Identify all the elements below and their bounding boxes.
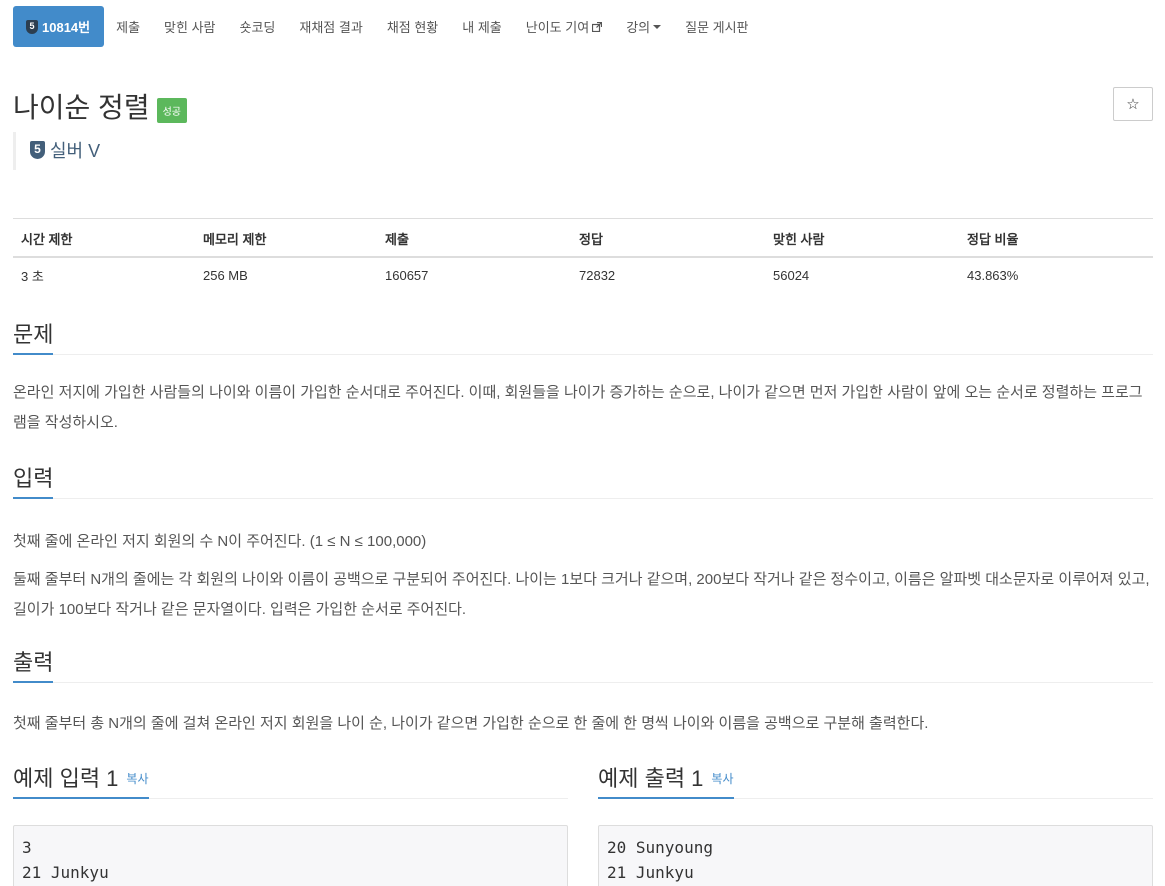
value-submissions: 160657 [385, 268, 429, 283]
input-line-2: 둘째 줄부터 N개의 줄에는 각 회원의 나이와 이름이 공백으로 구분되어 주… [13, 571, 1150, 618]
sample-input-box[interactable]: 3 21 Junkyu [13, 825, 568, 886]
page-title: 나이순 정렬 [13, 92, 150, 123]
table-row: 3 초 256 MB 160657 72832 56024 43.863% [13, 257, 1153, 293]
problem-section: 문제 온라인 저지에 가입한 사람들의 나이와 이름이 가입한 순서대로 주어진… [13, 322, 1153, 438]
output-section: 출력 첫째 줄부터 총 N개의 줄에 걸쳐 온라인 저지 회원을 나이 순, 나… [13, 650, 1153, 739]
problem-nav: 5 10814번 제출 맞힌 사람 숏코딩 재채점 결과 채점 현황 내 제출 … [13, 6, 761, 47]
problem-number: 10814번 [42, 20, 91, 35]
tier-icon: 5 [26, 19, 38, 34]
sample-output-header: 예제 출력 1 복사 [598, 766, 1153, 799]
tier-info: 5 실버 V [13, 132, 100, 170]
tier-shield-icon: 5 [30, 141, 45, 159]
tab-submit[interactable]: 제출 [104, 6, 152, 47]
sample-output-heading: 예제 출력 1 복사 [598, 766, 734, 799]
problem-description: 온라인 저지에 가입한 사람들의 나이와 이름이 가입한 순서대로 주어진다. … [13, 384, 1143, 431]
sample-output-box[interactable]: 20 Sunyoung 21 Junkyu [598, 825, 1153, 886]
problem-header: 문제 [13, 322, 1153, 355]
input-header: 입력 [13, 466, 1153, 499]
header-accept-ratio: 정답 비율 [959, 218, 1153, 258]
title-row: 나이순 정렬 성공 [13, 86, 187, 126]
tier-label[interactable]: 실버 V [50, 137, 100, 163]
copy-output-link[interactable]: 복사 [711, 772, 733, 786]
sample-output-section: 예제 출력 1 복사 20 Sunyoung 21 Junkyu [598, 766, 1153, 886]
tab-difficulty-label: 난이도 기여 [525, 20, 590, 35]
tab-lectures[interactable]: 강의 [614, 6, 673, 47]
header-accepted: 정답 [571, 218, 765, 258]
value-time-limit: 3 초 [21, 269, 44, 284]
input-section: 입력 첫째 줄에 온라인 저지 회원의 수 N이 주어진다. (1 ≤ N ≤ … [13, 466, 1153, 625]
value-accepted: 72832 [579, 268, 616, 283]
status-badge: 성공 [156, 97, 187, 123]
tab-status[interactable]: 채점 현황 [375, 6, 450, 47]
tab-short-coding[interactable]: 숏코딩 [228, 6, 288, 47]
tab-difficulty-contribution[interactable]: 난이도 기여 [514, 6, 614, 47]
input-heading: 입력 [13, 466, 54, 499]
sample-input-section: 예제 입력 1 복사 3 21 Junkyu [13, 766, 568, 886]
header-memory-limit: 메모리 제한 [195, 218, 377, 258]
problem-heading: 문제 [13, 322, 54, 355]
header-submissions: 제출 [377, 218, 571, 258]
input-line-1: 첫째 줄에 온라인 저지 회원의 수 N이 주어진다. (1 ≤ N ≤ 100… [13, 533, 427, 550]
tab-lectures-label: 강의 [626, 20, 651, 35]
tab-problem[interactable]: 5 10814번 [13, 6, 105, 47]
header-time-limit: 시간 제한 [13, 218, 195, 258]
tab-solved-users[interactable]: 맞힌 사람 [152, 6, 227, 47]
output-header: 출력 [13, 650, 1153, 683]
sample-input-title: 예제 입력 1 [13, 766, 119, 791]
sample-input-header: 예제 입력 1 복사 [13, 766, 568, 799]
problem-info-table: 시간 제한 메모리 제한 제출 정답 맞힌 사람 정답 비율 3 초 256 M… [13, 218, 1153, 293]
value-memory-limit: 256 MB [203, 268, 248, 283]
table-header-row: 시간 제한 메모리 제한 제출 정답 맞힌 사람 정답 비율 [13, 218, 1153, 258]
sample-input-heading: 예제 입력 1 복사 [13, 766, 149, 799]
favorite-button[interactable]: ☆ [1113, 87, 1153, 121]
value-accept-ratio: 43.863% [967, 268, 1019, 283]
external-link-icon [592, 21, 603, 32]
star-icon: ☆ [1126, 96, 1140, 113]
output-heading: 출력 [13, 650, 54, 683]
output-description: 첫째 줄부터 총 N개의 줄에 걸쳐 온라인 저지 회원을 나이 순, 나이가 … [13, 715, 929, 732]
tab-rejudge-results[interactable]: 재채점 결과 [287, 6, 374, 47]
copy-input-link[interactable]: 복사 [126, 772, 148, 786]
sample-output-title: 예제 출력 1 [598, 766, 704, 791]
tab-question-board[interactable]: 질문 게시판 [673, 6, 760, 47]
chevron-down-icon [653, 24, 662, 29]
value-solved-users: 56024 [773, 268, 810, 283]
tab-my-submissions[interactable]: 내 제출 [450, 6, 514, 47]
header-solved-users: 맞힌 사람 [765, 218, 959, 258]
